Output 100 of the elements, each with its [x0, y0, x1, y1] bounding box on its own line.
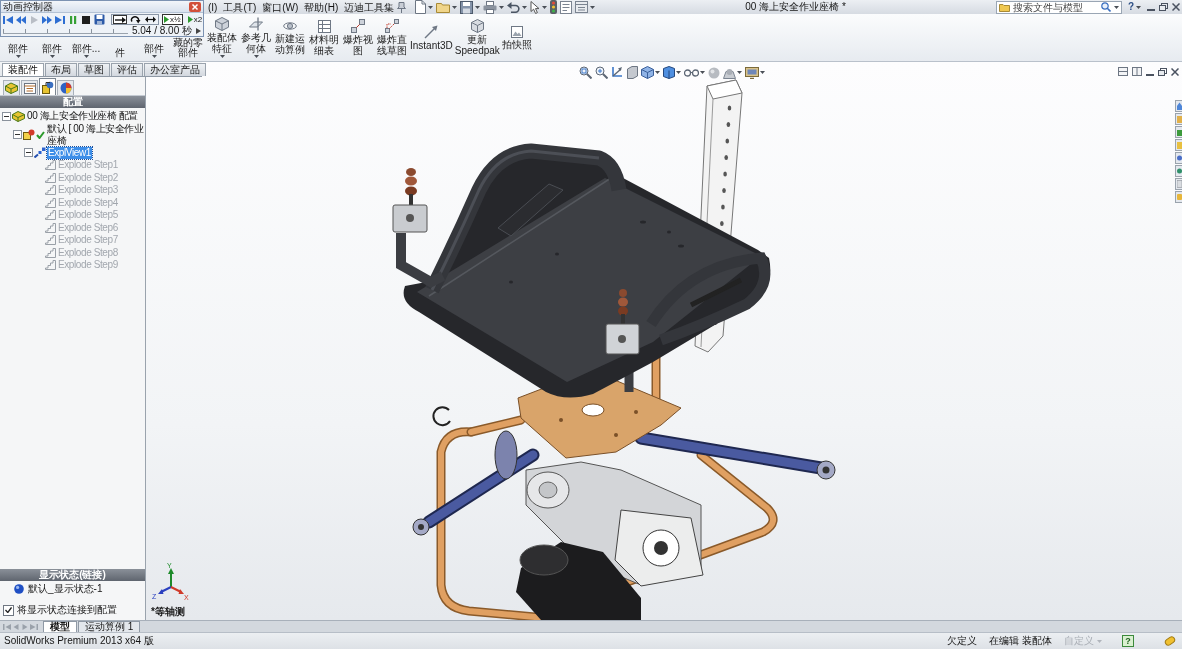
restore-icon[interactable] — [1159, 3, 1168, 11]
search-icon[interactable] — [1100, 2, 1111, 12]
printer-icon[interactable] — [483, 0, 498, 14]
task-pane-tab[interactable] — [1175, 126, 1182, 138]
task-pane-tab[interactable] — [1175, 165, 1182, 177]
skip-to-end-icon[interactable] — [55, 14, 65, 25]
ribbon-button[interactable]: 部件 — [137, 44, 171, 61]
checkbox-option[interactable]: 将显示状态连接到配置 — [0, 603, 145, 617]
ribbon-button[interactable]: 材料明细表 — [307, 14, 341, 61]
ribbon-button[interactable]: 爆炸直线草图 — [375, 14, 409, 61]
close-icon[interactable] — [1172, 3, 1180, 11]
caret-icon[interactable] — [522, 5, 528, 9]
caret-icon[interactable] — [737, 71, 742, 74]
zoom-area-icon[interactable] — [595, 66, 608, 79]
ribbon-button[interactable]: 部件... — [69, 44, 103, 61]
help-button[interactable]: ? — [1127, 1, 1134, 13]
save-icon[interactable] — [460, 0, 474, 14]
tile-horizontal-icon[interactable] — [1118, 67, 1128, 76]
skip-to-start-icon[interactable] — [3, 622, 11, 631]
collapse-icon[interactable] — [24, 148, 33, 158]
menu-item[interactable]: 窗口(W) — [259, 0, 302, 14]
ribbon-button[interactable]: 参考几何体 — [239, 14, 273, 61]
menu-item[interactable]: (I) — [205, 0, 221, 14]
ribbon-button[interactable]: 爆炸视图 — [341, 14, 375, 61]
manager-tab[interactable] — [21, 80, 38, 95]
close-icon[interactable] — [189, 1, 201, 12]
caret-icon[interactable] — [1113, 5, 1119, 9]
menu-item[interactable]: 工具(T) — [220, 0, 260, 14]
command-tab[interactable]: 布局 — [45, 63, 77, 76]
command-tab[interactable]: 草图 — [78, 63, 110, 76]
caret-icon[interactable] — [452, 5, 458, 9]
help-button[interactable]: ? — [1122, 635, 1134, 647]
collapse-icon[interactable] — [2, 111, 11, 121]
play-mode-button[interactable] — [128, 15, 142, 24]
caret-icon[interactable] — [1136, 5, 1141, 9]
command-tab[interactable]: 评估 — [111, 63, 143, 76]
pointer-icon[interactable] — [530, 0, 541, 14]
ribbon-button[interactable]: 部件 — [1, 44, 35, 61]
panel-icon[interactable] — [575, 1, 589, 13]
command-tab[interactable]: 办公室产品 — [144, 63, 206, 76]
collapse-icon[interactable] — [13, 130, 22, 139]
undo-icon[interactable] — [507, 1, 521, 13]
save-icon[interactable] — [94, 14, 105, 25]
caret-icon[interactable] — [542, 5, 548, 9]
display-state-item[interactable]: 默认_显示状态-1 — [28, 582, 103, 596]
caret-icon[interactable] — [700, 71, 705, 74]
document-icon[interactable] — [414, 0, 427, 14]
chevron-icon[interactable] — [196, 28, 201, 34]
menu-item[interactable]: 迈迪工具集 — [341, 0, 398, 14]
caret-icon[interactable] — [499, 5, 505, 9]
manager-tab[interactable] — [57, 80, 74, 95]
zoom-fit-icon[interactable] — [579, 66, 592, 79]
scene-icon[interactable] — [723, 66, 736, 79]
caret-icon[interactable] — [676, 71, 681, 74]
menu-item[interactable]: 帮助(H) — [301, 0, 342, 14]
document-list-icon[interactable] — [560, 0, 573, 14]
command-tab[interactable]: 装配件 — [2, 63, 44, 76]
play-mode-button[interactable] — [143, 15, 157, 24]
caret-icon[interactable] — [428, 5, 434, 9]
pin-icon[interactable] — [397, 1, 407, 13]
section-view-icon[interactable] — [627, 66, 638, 79]
caret-icon[interactable] — [475, 5, 481, 9]
ribbon-button[interactable]: 更新 Speedpak — [453, 14, 501, 61]
caret-icon[interactable] — [590, 5, 596, 9]
task-pane-tab[interactable] — [1175, 152, 1182, 164]
step-forward-icon[interactable] — [42, 14, 52, 25]
checkbox[interactable] — [3, 604, 14, 616]
tile-vertical-icon[interactable] — [1132, 67, 1142, 76]
ribbon-button[interactable]: 装配体特征 — [205, 14, 239, 61]
glasses-icon[interactable] — [684, 68, 699, 77]
caret-icon[interactable] — [760, 71, 765, 74]
ribbon-button[interactable]: Instant3D — [409, 14, 454, 61]
cube-icon[interactable] — [641, 66, 654, 79]
ribbon-button[interactable]: 新建运动算例 — [273, 14, 307, 61]
house-icon — [1176, 102, 1182, 110]
skip-to-start-icon[interactable] — [3, 14, 13, 25]
close-icon[interactable] — [1171, 67, 1179, 76]
speed-button[interactable]: x2 — [185, 14, 205, 25]
task-pane-tab[interactable] — [1175, 100, 1182, 112]
shaded-cube-icon[interactable] — [663, 66, 675, 79]
manager-tab[interactable] — [39, 78, 56, 95]
restore-icon[interactable] — [1158, 67, 1167, 76]
speed-button[interactable]: x½ — [162, 14, 183, 25]
monitor-icon[interactable] — [745, 66, 759, 79]
step-icon — [45, 185, 56, 196]
view-arrow-icon[interactable] — [611, 66, 624, 79]
play-mode-button[interactable] — [113, 15, 127, 24]
search-field[interactable]: 搜索文件与模型 — [995, 0, 1122, 14]
ribbon-button[interactable]: 部件 — [35, 44, 69, 61]
tree-item[interactable]: 默认 [ 00 海上安全作业座椅 — [46, 122, 145, 147]
stop-icon[interactable] — [81, 14, 91, 25]
ribbon-button[interactable]: 拍快照 — [500, 14, 533, 61]
manager-tab[interactable] — [3, 80, 20, 95]
caret-icon[interactable] — [655, 71, 660, 74]
step-icon — [45, 197, 56, 208]
step-back-icon[interactable] — [16, 14, 26, 25]
traffic-light-icon[interactable] — [550, 0, 558, 14]
tree-item[interactable]: 00 海上安全作业座椅 配置 — [26, 110, 140, 123]
ribbon-button[interactable]: 藏的零部件 — [171, 38, 205, 61]
ribbon-button[interactable]: 件 — [103, 48, 137, 61]
